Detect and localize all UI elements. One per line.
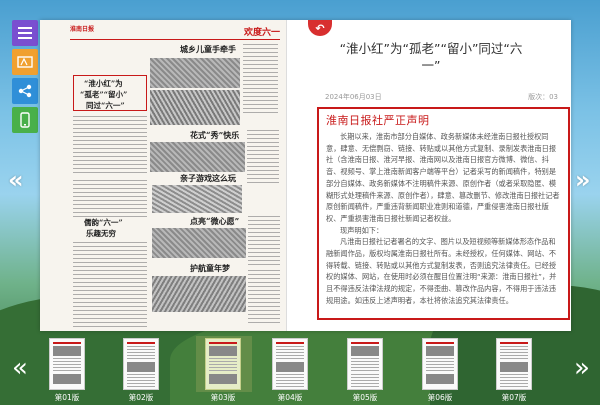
news-photo: [150, 142, 245, 172]
headline: 儒韵“六一”: [84, 218, 123, 227]
edition-thumbnail-label[interactable]: 第01版: [47, 392, 87, 403]
masthead-rule: [70, 39, 280, 40]
newspaper-page[interactable]: 淮南日报 欢度六一 城乡儿童手牵手 “淮小红”为 “孤老”“留小” 同过“六一”…: [40, 20, 287, 331]
side-toolbar: [12, 20, 38, 136]
edition-thumbnail[interactable]: [347, 338, 383, 390]
news-photo: [150, 58, 240, 88]
edition-thumbnail[interactable]: [272, 338, 308, 390]
text-column: [73, 116, 147, 174]
share-button[interactable]: [12, 78, 38, 104]
edition-thumbnail-label[interactable]: 第04版: [270, 392, 310, 403]
edition-thumbnail-label[interactable]: 第06版: [420, 392, 460, 403]
text-column: [73, 180, 147, 220]
share-icon: [18, 84, 32, 98]
statement-box[interactable]: 淮南日报社严正声明 长期以来，淮南市部分自媒体、政务新媒体未经淮南日报社授权同意…: [317, 107, 570, 320]
headline: “淮小红”为: [84, 79, 123, 88]
news-photo: [152, 276, 246, 312]
font-size-icon: [17, 56, 33, 68]
edition-thumbnail[interactable]: [49, 338, 85, 390]
text-column: [73, 242, 147, 327]
back-button[interactable]: ↶: [308, 20, 332, 36]
masthead-left: 淮南日报: [70, 26, 95, 33]
headline: 护航童年梦: [190, 263, 230, 273]
statement-paragraph: 长期以来，淮南市部分自媒体、政务新媒体未经淮南日报社授权同意，肆意、无偿剽窃、链…: [326, 132, 560, 223]
article-title-line: “淮小红”为“孤老”“留小”同过“六: [339, 41, 523, 56]
edition-thumbnail-label[interactable]: 第05版: [345, 392, 385, 403]
headline: “孤老”“留小”: [80, 90, 128, 99]
text-column: [243, 44, 278, 114]
headline: 城乡儿童手牵手: [180, 44, 236, 54]
double-chevron-right-icon[interactable]: »: [574, 355, 590, 381]
prev-page-icon[interactable]: «: [8, 168, 24, 192]
edition-thumbnail[interactable]: [496, 338, 532, 390]
text-column: [248, 270, 280, 325]
statement-paragraph: 现声明如下：: [340, 225, 384, 235]
reader-panel: 淮南日报 欢度六一 城乡儿童手牵手 “淮小红”为 “孤老”“留小” 同过“六一”…: [40, 20, 571, 331]
text-column: [247, 130, 279, 185]
statement-paragraph: 凡淮南日报社记者署名的文字、图片以及短视频等新媒体形态作品和融新闻作品，版权均属…: [326, 237, 557, 305]
menu-icon: [18, 27, 32, 39]
news-photo: [152, 185, 242, 213]
mobile-icon: [20, 112, 30, 128]
headline: 同过“六一”: [86, 101, 125, 110]
menu-button[interactable]: [12, 20, 38, 46]
mobile-button[interactable]: [12, 107, 38, 133]
edition-thumbnail[interactable]: [205, 338, 241, 390]
font-size-button[interactable]: [12, 49, 38, 75]
text-column: [248, 216, 280, 266]
article-title-line: 一”: [421, 58, 441, 73]
edition-thumbnail-label[interactable]: 第03版: [203, 392, 243, 403]
news-photo: [152, 228, 246, 258]
back-arrow-icon: ↶: [315, 21, 325, 35]
article-title: “淮小红”为“孤老”“留小”同过“六 一”: [326, 40, 536, 74]
edition-thumbnail[interactable]: [123, 338, 159, 390]
headline: 亲子游戏这么玩: [180, 173, 236, 183]
edition-thumbnail-label[interactable]: 第07版: [494, 392, 534, 403]
double-chevron-left-icon[interactable]: «: [12, 355, 28, 381]
edition-thumbnail[interactable]: [422, 338, 458, 390]
article-date: 2024年06月03日: [325, 93, 382, 101]
masthead-right: 欢度六一: [243, 28, 280, 38]
article-edition: 版次：03: [528, 93, 558, 101]
edition-thumbnail-label[interactable]: 第02版: [121, 392, 161, 403]
headline: 花式“秀”快乐: [190, 130, 240, 140]
news-photo: [150, 90, 240, 125]
statement-heading: 淮南日报社严正声明: [326, 114, 430, 127]
headline: 乐趣无穷: [86, 229, 116, 238]
next-page-icon[interactable]: »: [575, 168, 591, 192]
headline: 点亮“微心愿”: [190, 216, 240, 226]
